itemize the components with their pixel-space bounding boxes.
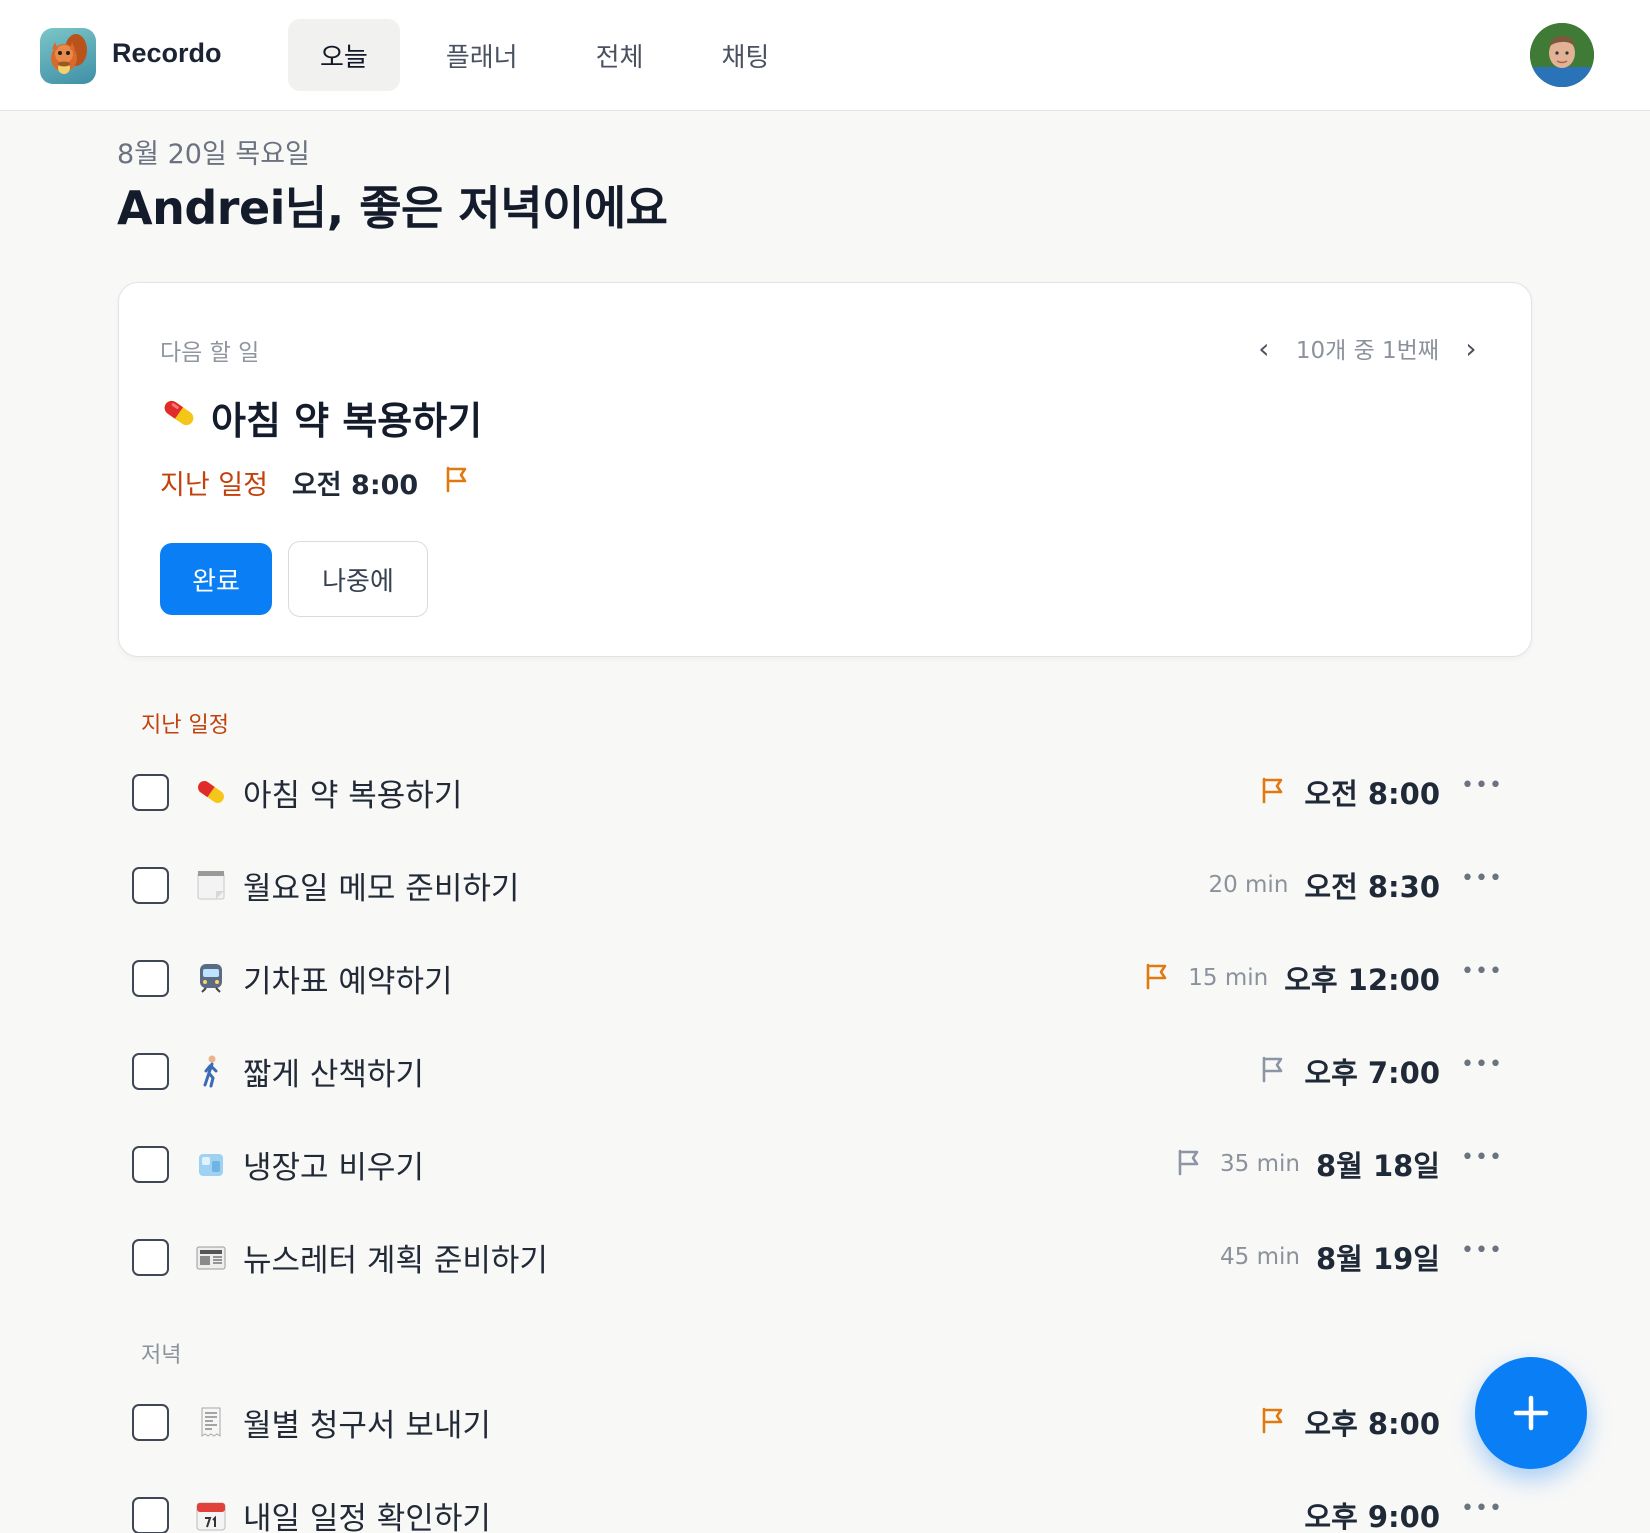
task-time: 오전 8:00 [1304,777,1440,811]
page-title: Andrei님, 좋은 저녁이에요 [117,181,668,235]
next-task-label: 다음 할 일 [160,340,260,366]
tab-today[interactable]: 오늘 [288,19,400,91]
more-options-icon[interactable]: ••• [1452,1147,1512,1181]
next-task-pager: ‹ 10개 중 1번째 › [1254,331,1481,365]
task-time: 8월 18일 [1316,1149,1440,1183]
pill-icon [193,774,229,810]
list-item[interactable]: 뉴스레터 계획 준비하기 45 min 8월 19일 ••• [132,1227,1512,1287]
main-nav: 오늘 플래너 전체 채팅 [288,19,801,91]
task-checkbox[interactable] [132,773,169,811]
next-task-title-row: 아침 약 복용하기 [159,390,482,445]
overdue-badge: 지난 일정 [160,470,268,501]
chevron-left-icon[interactable]: ‹ [1254,332,1274,365]
task-duration: 20 min [1208,872,1289,898]
list-item[interactable]: 월요일 메모 준비하기 20 min 오전 8:30 ••• [132,855,1512,915]
calendar-icon [193,1497,229,1533]
tab-all[interactable]: 전체 [564,19,676,91]
more-options-icon[interactable]: ••• [1452,868,1512,902]
current-date: 8월 20일 목요일 [117,139,310,170]
more-options-icon[interactable]: ••• [1452,961,1512,995]
task-title: 짧게 산책하기 [243,1056,424,1093]
list-item[interactable]: 기차표 예약하기 15 min 오후 12:00 ••• [132,948,1512,1008]
section-header-overdue: 지난 일정 [141,713,229,738]
next-task-meta: 지난 일정 오전 8:00 [160,463,472,502]
more-options-icon[interactable]: ••• [1452,1240,1512,1274]
flag-icon[interactable] [1174,1147,1204,1181]
flag-icon[interactable] [442,464,472,501]
task-title: 월요일 메모 준비하기 [243,870,520,907]
top-bar: Recordo 오늘 플래너 전체 채팅 [0,0,1650,111]
task-checkbox[interactable] [132,1496,169,1533]
flag-icon[interactable] [1258,1054,1288,1088]
more-options-icon[interactable]: ••• [1452,1054,1512,1088]
notepad-icon [193,867,229,903]
list-item[interactable]: 아침 약 복용하기 오전 8:00 ••• [132,762,1512,822]
task-time: 오후 7:00 [1304,1056,1440,1090]
task-checkbox[interactable] [132,1145,169,1183]
task-title: 뉴스레터 계획 준비하기 [243,1242,548,1279]
next-task-card: 다음 할 일 ‹ 10개 중 1번째 › 아침 약 복용하기 지난 일정 오전 … [118,282,1532,657]
plus-icon [1513,1395,1549,1431]
pill-icon [159,393,199,442]
task-time: 오전 8:30 [1304,870,1440,904]
list-item[interactable]: 월별 청구서 보내기 오후 8:00 ••• [132,1392,1512,1452]
task-title: 내일 일정 확인하기 [243,1500,491,1533]
task-time: 오후 8:00 [1304,1407,1440,1441]
app-logo-icon[interactable] [40,28,96,84]
task-time: 오후 12:00 [1284,963,1440,997]
task-title: 아침 약 복용하기 [243,777,463,814]
add-task-button[interactable] [1475,1357,1587,1469]
ice-cube-icon [193,1146,229,1182]
task-title: 기차표 예약하기 [243,963,453,1000]
next-task-time: 오전 8:00 [291,470,419,501]
task-title: 냉장고 비우기 [243,1149,424,1186]
task-checkbox[interactable] [132,1052,169,1090]
task-checkbox[interactable] [132,1238,169,1276]
task-title: 월별 청구서 보내기 [243,1407,491,1444]
tab-planner[interactable]: 플래너 [414,19,550,91]
done-button[interactable]: 완료 [160,543,272,615]
section-header-evening: 저녁 [141,1343,182,1368]
list-item[interactable]: 내일 일정 확인하기 오후 9:00 ••• [132,1485,1512,1533]
newspaper-icon [193,1239,229,1275]
walking-person-icon [193,1053,229,1089]
next-task-title: 아침 약 복용하기 [211,399,483,443]
task-time: 오후 9:00 [1304,1500,1440,1533]
flag-icon[interactable] [1258,1405,1288,1439]
task-duration: 35 min [1220,1151,1300,1177]
receipt-icon [193,1404,229,1440]
task-duration: 45 min [1220,1244,1300,1270]
task-checkbox[interactable] [132,866,169,904]
flag-icon[interactable] [1142,961,1172,995]
task-checkbox[interactable] [132,959,169,997]
list-item[interactable]: 짧게 산책하기 오후 7:00 ••• [132,1041,1512,1101]
list-item[interactable]: 냉장고 비우기 35 min 8월 18일 ••• [132,1134,1512,1194]
more-options-icon[interactable]: ••• [1452,1498,1512,1532]
task-duration: 15 min [1188,965,1269,991]
flag-icon[interactable] [1258,775,1288,809]
chevron-right-icon[interactable]: › [1461,332,1481,365]
task-checkbox[interactable] [132,1403,169,1441]
pager-count: 10개 중 1번째 [1295,338,1439,364]
task-time: 8월 19일 [1316,1242,1440,1276]
tab-chat[interactable]: 채팅 [689,19,801,91]
later-button[interactable]: 나중에 [288,541,428,617]
app-brand: Recordo [112,38,222,68]
train-icon [193,960,229,996]
user-avatar[interactable] [1530,23,1594,87]
more-options-icon[interactable]: ••• [1452,775,1512,809]
